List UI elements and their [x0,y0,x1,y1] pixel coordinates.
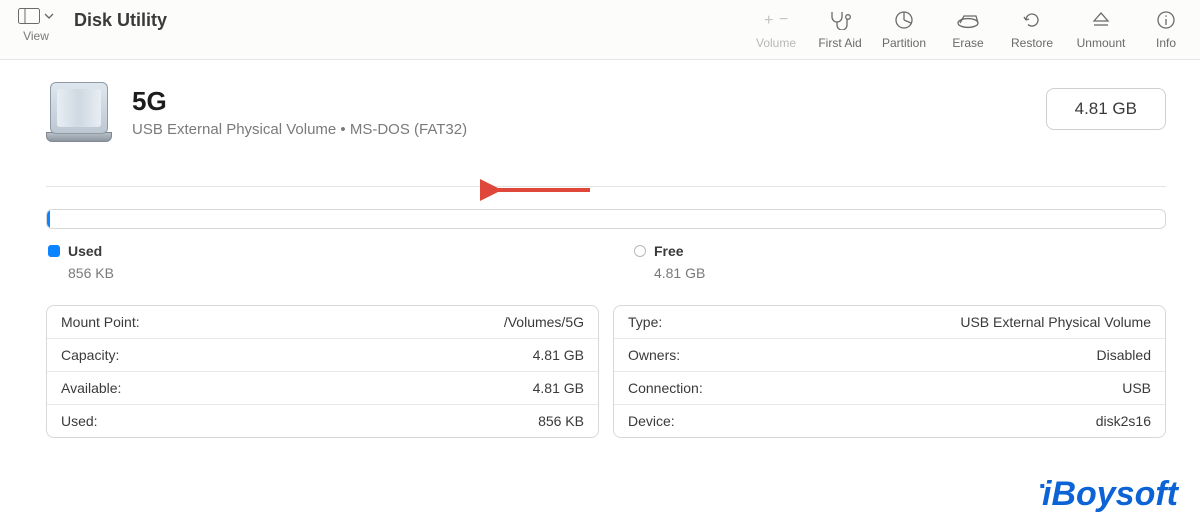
volume-action: +− Volume [744,4,808,54]
first-aid-action[interactable]: First Aid [808,4,872,54]
info-icon [1156,8,1176,32]
watermark-logo: ▪iBoysoft [1039,475,1178,514]
detail-value: USB [1122,380,1151,396]
detail-key: Connection: [628,380,703,396]
divider [46,186,1166,187]
used-value: 856 KB [48,265,114,281]
detail-row: Used: 856 KB [47,405,598,437]
free-swatch-icon [634,245,646,257]
info-action[interactable]: Info [1138,4,1194,54]
svg-text:+: + [764,12,773,29]
stethoscope-icon [828,8,852,32]
volume-label: Volume [756,36,796,50]
detail-row: Device: disk2s16 [614,405,1165,437]
detail-row: Mount Point: /Volumes/5G [47,306,598,339]
volume-subtitle: USB External Physical Volume • MS-DOS (F… [132,121,467,138]
legend-free: Free 4.81 GB [634,243,705,281]
sidebar-icon [18,8,40,24]
detail-key: Type: [628,314,662,330]
eject-icon [1091,8,1111,32]
used-swatch-icon [48,245,60,257]
toolbar-actions: +− Volume First Aid Partition [744,0,1200,54]
details-tables: Mount Point:/Volumes/5GCapacity:4.81 GBA… [46,305,1166,438]
detail-row: Type: USB External Physical Volume [614,306,1165,339]
volume-name: 5G [132,86,467,117]
volume-size-box: 4.81 GB [1046,88,1166,130]
pie-icon [894,8,914,32]
external-drive-icon [46,82,112,148]
detail-value: 856 KB [538,413,584,429]
detail-value: 4.81 GB [533,347,584,363]
legend-used: Used 856 KB [48,243,114,281]
unmount-label: Unmount [1077,36,1126,50]
restore-label: Restore [1011,36,1053,50]
detail-value: 4.81 GB [533,380,584,396]
detail-key: Mount Point: [61,314,140,330]
detail-row: Capacity: 4.81 GB [47,339,598,372]
svg-text:−: − [779,11,788,28]
detail-key: Available: [61,380,121,396]
partition-label: Partition [882,36,926,50]
detail-key: Capacity: [61,347,119,363]
plus-minus-icon: +− [761,8,791,32]
detail-key: Owners: [628,347,680,363]
first-aid-label: First Aid [818,36,861,50]
toolbar: View Disk Utility +− Volume First Aid [0,0,1200,60]
used-label: Used [68,243,102,259]
info-label: Info [1156,36,1176,50]
free-label: Free [654,243,684,259]
free-value: 4.81 GB [634,265,705,281]
partition-action[interactable]: Partition [872,4,936,54]
view-control: View [0,0,70,43]
chevron-down-icon [44,12,54,20]
main-content: 5G USB External Physical Volume • MS-DOS… [0,60,1200,438]
detail-row: Connection: USB [614,372,1165,405]
sidebar-toggle-button[interactable] [14,6,58,26]
unmount-action[interactable]: Unmount [1064,4,1138,54]
usage-fill-used [47,210,50,228]
detail-key: Device: [628,413,675,429]
restore-icon [1022,8,1042,32]
detail-value: /Volumes/5G [504,314,584,330]
usage-legend: Used 856 KB Free 4.81 GB [46,243,1166,281]
usage-bar [46,209,1166,229]
erase-label: Erase [952,36,983,50]
detail-value: Disabled [1097,347,1151,363]
details-right: Type: USB External Physical Volume Owners:… [613,305,1166,438]
details-left: Mount Point:/Volumes/5GCapacity:4.81 GBA… [46,305,599,438]
detail-key: Used: [61,413,98,429]
detail-value: USB External Physical Volume [960,314,1151,330]
erase-action[interactable]: Erase [936,4,1000,54]
restore-action[interactable]: Restore [1000,4,1064,54]
detail-row: Available: 4.81 GB [47,372,598,405]
detail-row: Owners: Disabled [614,339,1165,372]
view-label: View [23,29,49,43]
volume-header: 5G USB External Physical Volume • MS-DOS… [46,82,1166,148]
app-title: Disk Utility [70,0,167,31]
detail-value: disk2s16 [1096,413,1151,429]
erase-icon [955,8,981,32]
